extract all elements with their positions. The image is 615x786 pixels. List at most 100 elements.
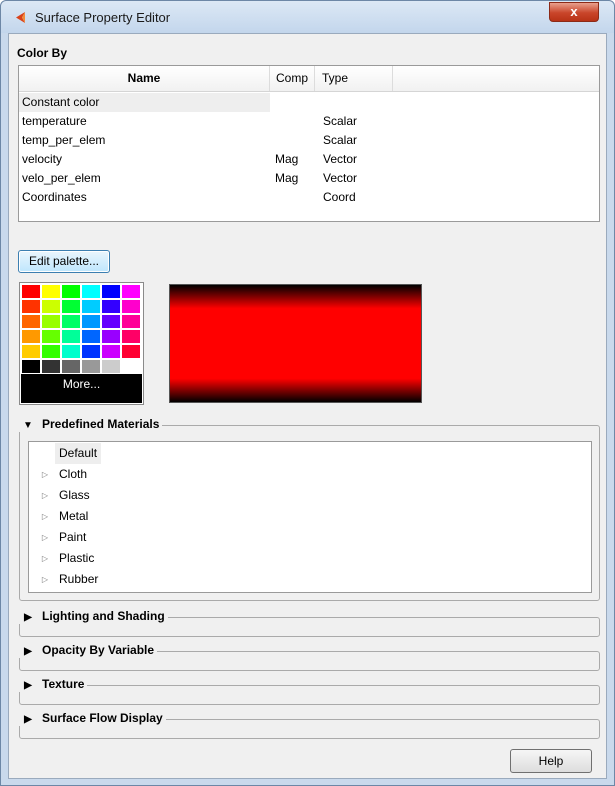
- editor-client-area: Color By Name Comp Type Constant color te…: [8, 33, 607, 779]
- color-swatch[interactable]: [61, 299, 81, 314]
- texture-group: [19, 685, 600, 705]
- color-swatch[interactable]: [61, 314, 81, 329]
- table-row[interactable]: temp_per_elem Scalar: [19, 131, 599, 150]
- color-swatch[interactable]: [41, 314, 61, 329]
- help-button[interactable]: Help: [510, 749, 592, 773]
- collapsed-triangle-icon: ▶: [24, 714, 32, 725]
- comp-cell: Mag: [275, 171, 299, 185]
- color-swatch[interactable]: [81, 359, 101, 374]
- color-swatch[interactable]: [41, 284, 61, 299]
- type-cell: [323, 93, 393, 112]
- surface-flow-display-header[interactable]: ▶ Surface Flow Display: [19, 710, 166, 726]
- comp-cell: [275, 112, 315, 131]
- expand-arrow-icon[interactable]: ▷: [39, 569, 51, 590]
- expand-arrow-icon[interactable]: ▷: [39, 548, 51, 569]
- more-colors-button[interactable]: More...: [21, 374, 142, 403]
- collapsed-triangle-icon: ▶: [24, 612, 32, 623]
- color-swatch[interactable]: [61, 359, 81, 374]
- name-cell: velocity: [22, 152, 63, 166]
- material-item[interactable]: ▷ Rubber: [29, 569, 591, 590]
- opacity-by-variable-header[interactable]: ▶ Opacity By Variable: [19, 642, 158, 658]
- texture-header[interactable]: ▶ Texture: [19, 676, 88, 692]
- material-label: Paint: [59, 530, 87, 544]
- predefined-materials-header[interactable]: ▼ Predefined Materials: [19, 416, 163, 432]
- expand-arrow-icon[interactable]: ▷: [39, 506, 51, 527]
- name-cell: temp_per_elem: [22, 133, 106, 147]
- materials-tree[interactable]: Default ▷ Cloth ▷ Glass ▷ Metal ▷ Paint ▷ Plastic ▷…: [28, 441, 592, 593]
- material-item[interactable]: Default: [29, 443, 591, 464]
- color-swatch[interactable]: [21, 344, 41, 359]
- color-swatch[interactable]: [121, 314, 141, 329]
- color-swatch[interactable]: [21, 329, 41, 344]
- color-swatch[interactable]: [101, 344, 121, 359]
- collapsed-triangle-icon: ▶: [24, 680, 32, 691]
- type-cell: Coord: [323, 190, 356, 204]
- color-swatch[interactable]: [121, 329, 141, 344]
- color-swatch[interactable]: [81, 344, 101, 359]
- color-swatch[interactable]: [101, 329, 121, 344]
- expand-arrow-icon[interactable]: ▷: [39, 464, 51, 485]
- color-by-label: Color By: [17, 46, 68, 60]
- type-cell: Vector: [323, 171, 358, 185]
- column-header-type[interactable]: Type: [315, 66, 393, 91]
- color-swatch[interactable]: [21, 299, 41, 314]
- color-swatch[interactable]: [41, 299, 61, 314]
- color-swatch[interactable]: [101, 359, 121, 374]
- surface-flow-display-label: Surface Flow Display: [42, 711, 163, 725]
- surface-property-editor-window: Surface Property Editor x Color By Name …: [0, 0, 615, 786]
- color-swatch[interactable]: [21, 359, 41, 374]
- expand-arrow-icon[interactable]: ▷: [39, 527, 51, 548]
- collapsed-triangle-icon: ▶: [24, 646, 32, 657]
- material-label: Glass: [59, 488, 90, 502]
- color-swatch[interactable]: [81, 329, 101, 344]
- color-swatch[interactable]: [81, 284, 101, 299]
- color-swatch[interactable]: [101, 299, 121, 314]
- column-header-name[interactable]: Name: [19, 66, 270, 91]
- window-title: Surface Property Editor: [35, 10, 171, 25]
- title-bar[interactable]: Surface Property Editor x: [1, 1, 614, 33]
- opacity-by-variable-label: Opacity By Variable: [42, 643, 155, 657]
- close-button[interactable]: x: [549, 2, 599, 22]
- color-swatch[interactable]: [121, 284, 141, 299]
- color-palette: More...: [19, 282, 144, 405]
- color-by-table[interactable]: Name Comp Type Constant color temperature…: [18, 65, 600, 222]
- table-row[interactable]: velocity Mag Vector: [19, 150, 599, 169]
- color-swatch[interactable]: [101, 284, 121, 299]
- color-swatch[interactable]: [61, 284, 81, 299]
- edit-palette-button[interactable]: Edit palette...: [18, 250, 110, 273]
- material-label: Rubber: [59, 572, 99, 586]
- color-swatch[interactable]: [121, 359, 141, 374]
- table-row[interactable]: temperature Scalar: [19, 112, 599, 131]
- material-label: Default: [55, 443, 102, 464]
- color-swatch[interactable]: [121, 299, 141, 314]
- lighting-shading-header[interactable]: ▶ Lighting and Shading: [19, 608, 168, 624]
- color-swatch[interactable]: [61, 344, 81, 359]
- lighting-shading-label: Lighting and Shading: [42, 609, 165, 623]
- color-swatch[interactable]: [61, 329, 81, 344]
- material-item[interactable]: ▷ Plastic: [29, 548, 591, 569]
- color-swatch[interactable]: [41, 359, 61, 374]
- material-label: Metal: [59, 509, 89, 523]
- table-row[interactable]: velo_per_elem Mag Vector: [19, 169, 599, 188]
- color-swatch[interactable]: [81, 314, 101, 329]
- color-swatch[interactable]: [21, 314, 41, 329]
- color-swatch[interactable]: [41, 329, 61, 344]
- app-logo-icon: [16, 12, 25, 23]
- material-item[interactable]: ▷ Cloth: [29, 464, 591, 485]
- color-swatch[interactable]: [101, 314, 121, 329]
- type-cell: Vector: [323, 152, 358, 166]
- material-label: Cloth: [59, 467, 88, 481]
- material-item[interactable]: ▷ Glass: [29, 485, 591, 506]
- comp-cell: [275, 93, 315, 112]
- table-row[interactable]: Constant color: [19, 93, 599, 112]
- expand-arrow-icon[interactable]: ▷: [39, 485, 51, 506]
- name-cell: temperature: [22, 114, 87, 128]
- material-item[interactable]: ▷ Paint: [29, 527, 591, 548]
- material-item[interactable]: ▷ Metal: [29, 506, 591, 527]
- table-row[interactable]: Coordinates Coord: [19, 188, 599, 207]
- color-swatch[interactable]: [121, 344, 141, 359]
- color-swatch[interactable]: [81, 299, 101, 314]
- color-swatch[interactable]: [41, 344, 61, 359]
- column-header-comp[interactable]: Comp: [270, 66, 315, 91]
- color-swatch[interactable]: [21, 284, 41, 299]
